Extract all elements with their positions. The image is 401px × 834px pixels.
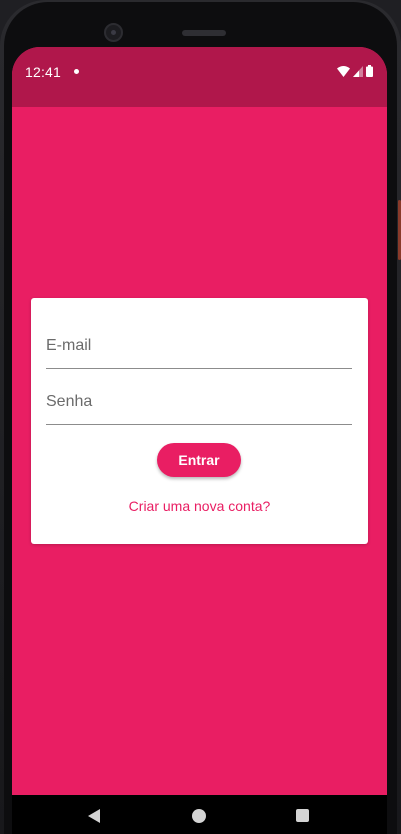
password-field[interactable] (46, 388, 352, 416)
recents-icon[interactable] (296, 809, 309, 822)
create-account-link[interactable]: Criar uma nova conta? (31, 498, 368, 514)
email-field-container (46, 325, 352, 369)
login-button[interactable]: Entrar (157, 443, 241, 477)
login-card: Entrar Criar uma nova conta? (31, 298, 368, 544)
earpiece-speaker (182, 30, 226, 36)
email-field[interactable] (46, 332, 352, 360)
navigation-bar (12, 795, 387, 834)
home-icon[interactable] (192, 809, 206, 823)
back-icon[interactable] (88, 809, 100, 823)
app-screen: 12:41 E-mail Entrar Criar uma nova conta… (12, 47, 387, 795)
notification-dot-icon (74, 69, 79, 74)
battery-icon (366, 65, 373, 77)
status-time: 12:41 (25, 64, 62, 80)
signal-icon (353, 65, 363, 77)
wifi-icon (337, 65, 350, 77)
password-field-container (46, 381, 352, 425)
front-camera-icon (104, 23, 123, 42)
status-bar: 12:41 (12, 47, 387, 107)
phone-frame: 12:41 E-mail Entrar Criar uma nova conta… (0, 0, 401, 834)
status-icons (337, 65, 373, 77)
